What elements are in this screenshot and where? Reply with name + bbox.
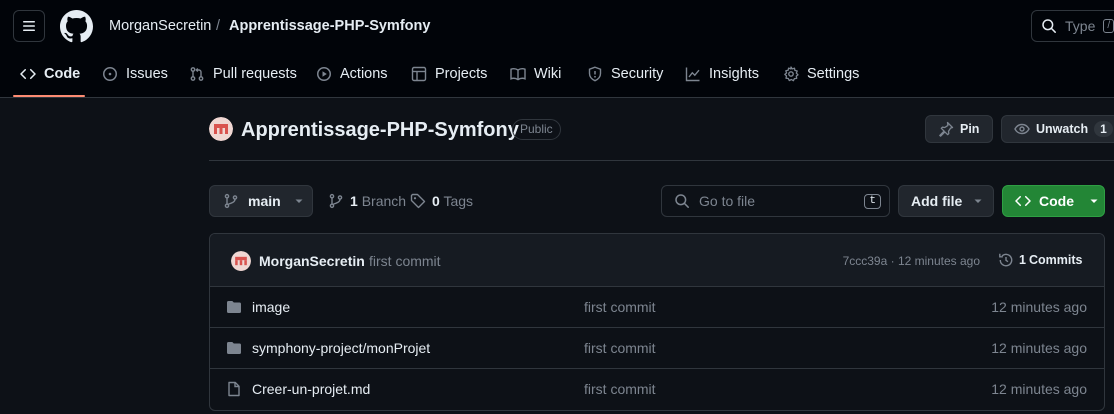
search-icon	[1042, 19, 1056, 33]
breadcrumb-repo[interactable]: Apprentissage-PHP-Symfony	[229, 17, 430, 35]
commit-author-avatar[interactable]	[231, 251, 251, 271]
caret-down-icon	[1090, 199, 1098, 203]
book-icon	[510, 67, 526, 81]
graph-icon	[685, 67, 700, 82]
file-row[interactable]: image first commit 12 minutes ago	[210, 287, 1104, 328]
tab-label: Projects	[435, 66, 488, 82]
pull-request-icon	[190, 67, 204, 81]
search-icon	[675, 194, 689, 208]
tab-issues[interactable]: Issues	[102, 58, 168, 90]
branch-name: main	[248, 193, 281, 209]
go-to-file-shortcut: t	[864, 194, 881, 209]
commit-message[interactable]: first commit	[369, 253, 441, 269]
gear-icon	[784, 66, 799, 82]
tag-label: Tags	[443, 193, 474, 209]
tab-projects[interactable]: Projects	[411, 58, 487, 90]
hamburger-icon	[23, 21, 35, 31]
tab-label: Pull requests	[213, 66, 297, 82]
pin-icon	[939, 121, 954, 137]
watch-count: 1	[1094, 121, 1113, 137]
folder-icon	[227, 301, 241, 313]
file-row[interactable]: symphony-project/monProjet first commit …	[210, 328, 1104, 369]
tab-pull-requests[interactable]: Pull requests	[189, 58, 297, 90]
file-commit-message[interactable]: first commit	[584, 299, 656, 315]
code-icon	[1015, 195, 1031, 207]
tag-icon	[410, 193, 426, 209]
owner-avatar[interactable]	[209, 117, 233, 141]
file-time: 12 minutes ago	[991, 381, 1087, 397]
pin-button[interactable]: Pin	[925, 115, 993, 143]
code-button-label: Code	[1039, 193, 1074, 209]
tab-label: Code	[44, 66, 81, 82]
breadcrumb-separator: /	[216, 18, 221, 34]
search-shortcut-key: /	[1103, 19, 1114, 33]
file-commit-message[interactable]: first commit	[584, 340, 656, 356]
tab-label: Insights	[709, 66, 759, 82]
commits-count: 1	[1019, 253, 1026, 267]
pin-label: Pin	[960, 122, 980, 136]
tab-insights[interactable]: Insights	[685, 58, 759, 90]
tab-label: Issues	[126, 66, 168, 82]
tab-label: Security	[611, 66, 664, 82]
visibility-badge: Public	[512, 119, 561, 140]
table-icon	[411, 66, 427, 82]
code-dropdown-button[interactable]: Code	[1002, 185, 1105, 217]
latest-commit-row: MorganSecretin first commit 7ccc39a · 12…	[210, 234, 1104, 287]
caret-down-icon	[295, 199, 303, 203]
menu-button[interactable]	[13, 10, 45, 42]
add-file-label: Add file	[911, 193, 963, 209]
search-placeholder: Type	[1065, 18, 1096, 34]
branch-icon	[329, 193, 343, 209]
repo-title[interactable]: Apprentissage-PHP-Symfony	[241, 117, 519, 143]
go-to-file-placeholder: Go to file	[699, 193, 756, 209]
file-commit-message[interactable]: first commit	[584, 381, 656, 397]
search-input[interactable]: Type /	[1031, 10, 1114, 42]
code-icon	[20, 68, 36, 80]
tab-code[interactable]: Code	[20, 58, 80, 90]
file-row[interactable]: Creer-un-projet.md first commit 12 minut…	[210, 369, 1104, 410]
commits-link[interactable]: 1 Commits	[998, 252, 1082, 268]
tab-label: Actions	[340, 66, 388, 82]
shield-icon	[588, 66, 602, 82]
tab-wiki[interactable]: Wiki	[510, 58, 561, 90]
tab-actions[interactable]: Actions	[316, 58, 388, 90]
app-header: MorganSecretin / Apprentissage-PHP-Symfo…	[0, 0, 1114, 98]
tab-settings[interactable]: Settings	[783, 58, 859, 90]
github-logo-icon[interactable]	[60, 10, 93, 43]
commit-hash-time[interactable]: 7ccc39a · 12 minutes ago	[843, 254, 980, 268]
tab-label: Settings	[807, 66, 860, 82]
tag-count: 0	[432, 193, 440, 209]
header-divider	[209, 160, 1114, 161]
add-file-button[interactable]: Add file	[898, 185, 994, 217]
commits-label: Commits	[1028, 253, 1083, 267]
tab-label: Wiki	[534, 66, 562, 82]
tab-security[interactable]: Security	[587, 58, 663, 90]
active-tab-indicator	[13, 95, 85, 97]
file-time: 12 minutes ago	[991, 340, 1087, 356]
go-to-file-input[interactable]: Go to file t	[661, 185, 890, 217]
commit-author[interactable]: MorganSecretin	[259, 253, 365, 269]
file-name[interactable]: Creer-un-projet.md	[252, 381, 370, 397]
issue-icon	[103, 67, 117, 81]
file-browser: MorganSecretin first commit 7ccc39a · 12…	[209, 233, 1105, 411]
file-icon	[228, 381, 240, 397]
branch-icon	[224, 193, 238, 209]
unwatch-label: Unwatch	[1036, 122, 1089, 136]
unwatch-button[interactable]: Unwatch 1	[1001, 115, 1114, 143]
folder-icon	[227, 342, 241, 354]
file-time: 12 minutes ago	[991, 299, 1087, 315]
history-icon	[999, 253, 1013, 267]
breadcrumb-owner[interactable]: MorganSecretin	[109, 17, 211, 35]
tags-link[interactable]: 0 Tags	[410, 193, 473, 209]
branch-select-button[interactable]: main	[209, 185, 313, 217]
caret-down-icon	[974, 199, 982, 203]
eye-icon	[1014, 123, 1030, 135]
branch-label: Branch	[361, 193, 407, 209]
branches-link[interactable]: 1 Branch	[328, 193, 406, 209]
file-name[interactable]: symphony-project/monProjet	[252, 340, 430, 356]
play-icon	[317, 67, 331, 81]
file-name[interactable]: image	[252, 299, 290, 315]
branch-count: 1	[350, 193, 358, 209]
